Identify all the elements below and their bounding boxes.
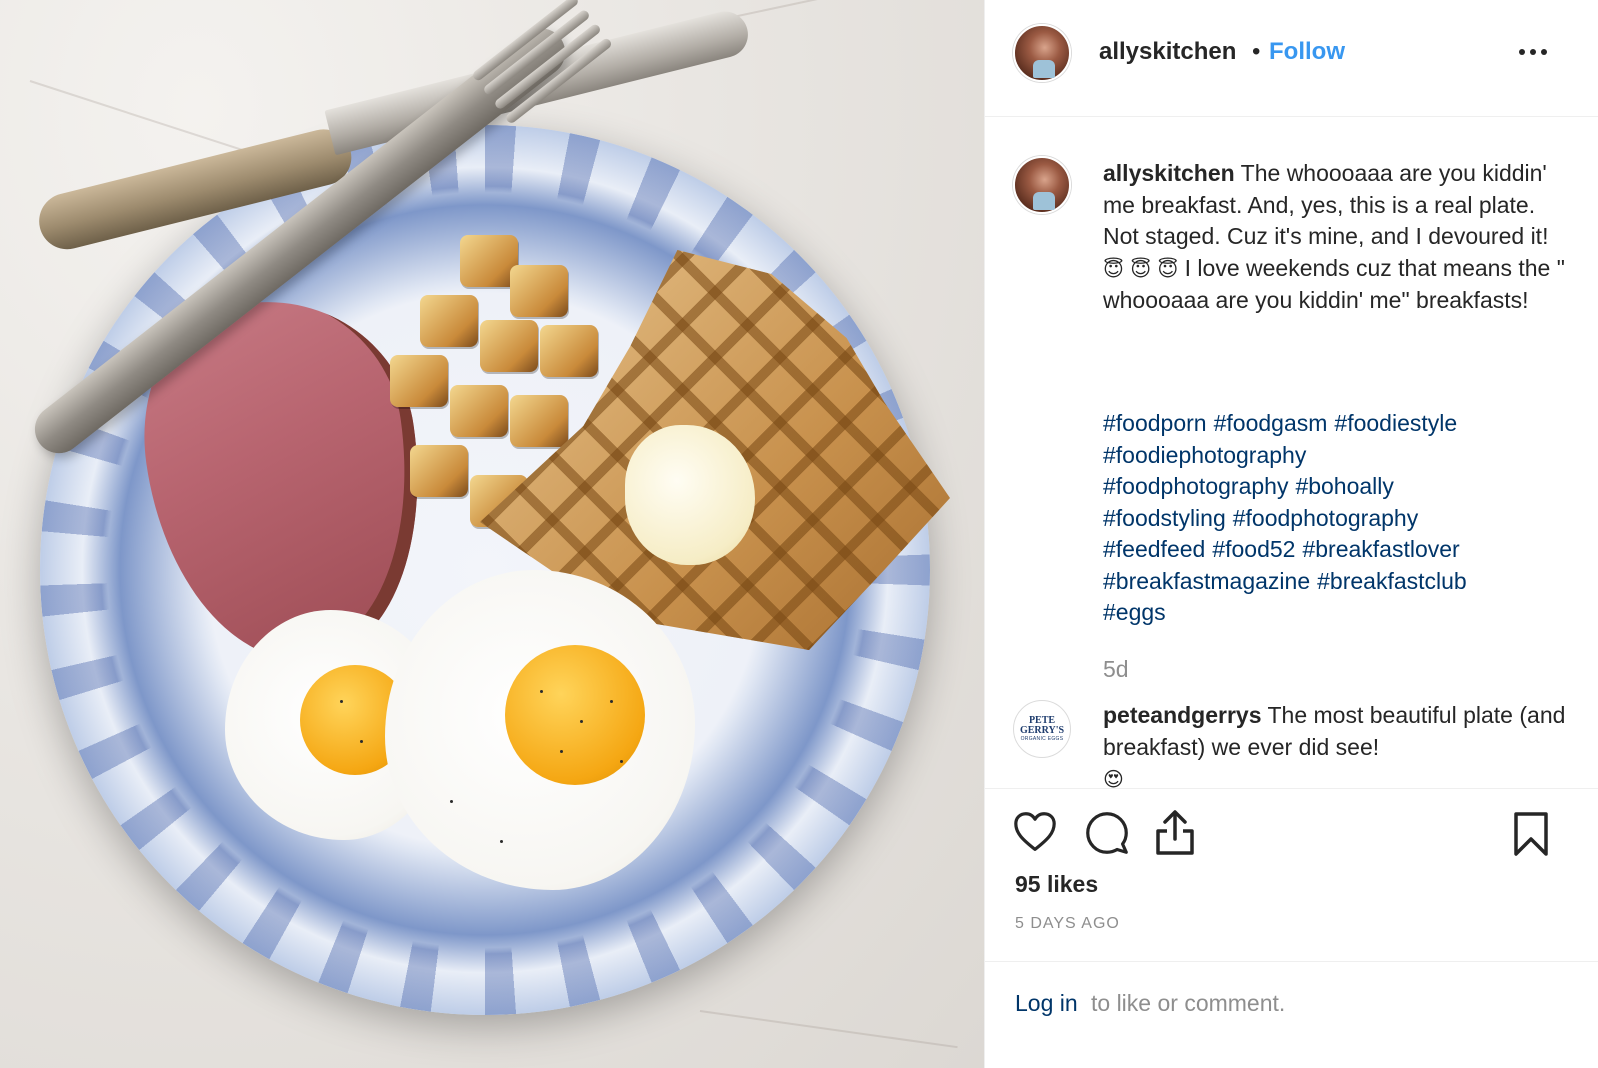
hashtag-link[interactable]: #breakfastclub bbox=[1317, 568, 1467, 594]
butter bbox=[625, 425, 755, 565]
comment-username[interactable]: peteandgerrys bbox=[1103, 702, 1262, 728]
hashtag-link[interactable]: #breakfastlover bbox=[1302, 536, 1459, 562]
caption-username[interactable]: allyskitchen bbox=[1103, 160, 1235, 186]
likes-count[interactable]: 95 likes bbox=[1015, 871, 1098, 898]
caption-age[interactable]: 5d bbox=[1103, 656, 1129, 683]
post-photo[interactable] bbox=[0, 0, 984, 1068]
follow-button[interactable]: Follow bbox=[1269, 38, 1345, 66]
hashtag-link[interactable]: #foodphotography bbox=[1103, 473, 1288, 499]
hashtag-list: #foodporn #foodgasm #foodiestyle #foodieph… bbox=[1103, 408, 1573, 629]
login-prompt: Log in to like or comment. bbox=[985, 961, 1598, 1068]
hashtag-link[interactable]: #foodiephotography bbox=[1103, 442, 1306, 468]
hashtag-link[interactable]: #foodporn bbox=[1103, 410, 1207, 436]
marble-vein bbox=[699, 1010, 958, 1049]
hashtag-link[interactable]: #foodiestyle bbox=[1334, 410, 1457, 436]
caption: allyskitchen The whoooaaa are you kiddin… bbox=[1103, 158, 1573, 317]
post-header: allyskitchen • Follow bbox=[985, 0, 1598, 117]
comment-emoji: 😍 bbox=[1103, 767, 1124, 788]
hashtag-link[interactable]: #food52 bbox=[1212, 536, 1295, 562]
hashtag-link[interactable]: #breakfastmagazine bbox=[1103, 568, 1310, 594]
caption-avatar[interactable] bbox=[1013, 156, 1071, 214]
commenter-logo-sub: ORGANIC EGGS bbox=[1020, 736, 1064, 742]
author-avatar[interactable] bbox=[1013, 24, 1071, 82]
comment: peteandgerrys The most beautiful plate (… bbox=[1103, 700, 1573, 788]
hashtag-link[interactable]: #foodphotography bbox=[1233, 505, 1418, 531]
bookmark-icon[interactable] bbox=[1511, 811, 1551, 857]
post-timestamp[interactable]: 5 days ago bbox=[1015, 915, 1120, 933]
login-link[interactable]: Log in bbox=[1015, 990, 1078, 1017]
comment-icon[interactable] bbox=[1085, 811, 1129, 855]
comments-list[interactable]: allyskitchen The whoooaaa are you kiddin… bbox=[985, 118, 1598, 788]
post-sidebar: allyskitchen • Follow allyskitchen The w… bbox=[984, 0, 1598, 1068]
commenter-logo-line2: GERRY'S bbox=[1019, 725, 1065, 736]
hashtag-link[interactable]: #eggs bbox=[1103, 599, 1166, 625]
header-separator: • bbox=[1252, 38, 1261, 65]
commenter-avatar[interactable]: PETE GERRY'S ORGANIC EGGS bbox=[1013, 700, 1071, 758]
caption-emoji: 😇 😇 😇 bbox=[1103, 256, 1179, 281]
hashtag-link[interactable]: #feedfeed bbox=[1103, 536, 1205, 562]
post-actions: 95 likes 5 days ago Log in to like or co… bbox=[985, 788, 1598, 1068]
hashtag-link[interactable]: #bohoally bbox=[1295, 473, 1393, 499]
author-username[interactable]: allyskitchen bbox=[1099, 38, 1236, 66]
login-prompt-text: to like or comment. bbox=[1091, 990, 1286, 1016]
share-icon[interactable] bbox=[1153, 809, 1197, 857]
egg-yolk-right bbox=[505, 645, 645, 785]
hashtag-link[interactable]: #foodstyling bbox=[1103, 505, 1226, 531]
more-options-icon[interactable] bbox=[1515, 40, 1551, 64]
hashtag-link[interactable]: #foodgasm bbox=[1214, 410, 1328, 436]
heart-icon[interactable] bbox=[1013, 811, 1057, 853]
